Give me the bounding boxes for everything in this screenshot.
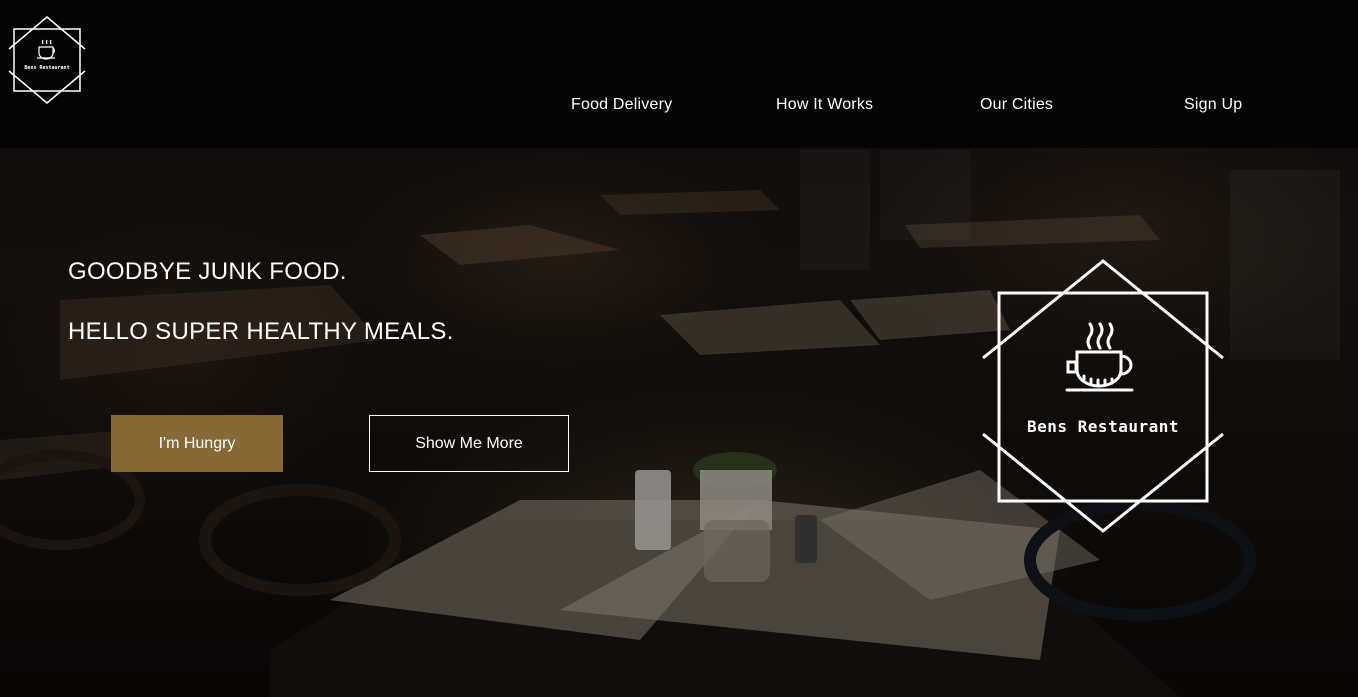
coffee-cup-icon <box>37 39 55 60</box>
header-logo-text: Bens Restaurant <box>24 65 70 71</box>
hero-logo-text: Bens Restaurant <box>1027 417 1179 436</box>
site-header: Bens Restaurant Food Delivery How It Wor… <box>0 0 1358 148</box>
hero-headline-line2: HELLO SUPER HEALTHY MEALS. <box>68 318 454 345</box>
nav-sign-up[interactable]: Sign Up <box>1184 96 1242 114</box>
logo-emblem-icon <box>8 16 86 104</box>
nav-food-delivery[interactable]: Food Delivery <box>571 96 672 114</box>
nav-how-it-works[interactable]: How It Works <box>776 96 873 114</box>
landing-page: Bens Restaurant Food Delivery How It Wor… <box>0 0 1358 697</box>
im-hungry-button[interactable]: I'm Hungry <box>111 415 283 472</box>
hero-headline-line1: GOODBYE JUNK FOOD. <box>68 258 347 285</box>
logo-emblem-large-icon <box>982 259 1224 533</box>
coffee-cup-large-icon <box>1065 322 1134 392</box>
header-logo[interactable]: Bens Restaurant <box>7 15 87 105</box>
show-me-more-button[interactable]: Show Me More <box>369 415 569 472</box>
hero-logo: Bens Restaurant <box>980 258 1226 536</box>
nav-our-cities[interactable]: Our Cities <box>980 96 1053 114</box>
